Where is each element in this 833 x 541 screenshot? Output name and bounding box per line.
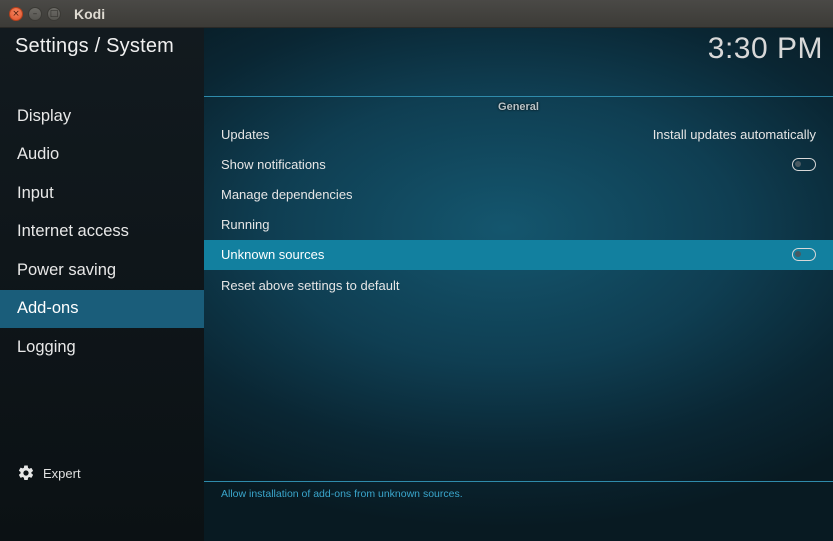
clock: 3:30 PM [707,32,823,65]
settings-panel: 3:30 PM General Updates Install updates … [204,28,833,541]
settings-level-label: Expert [43,465,81,481]
setting-unknown-sources[interactable]: Unknown sources [204,239,833,270]
sidebar-item-power-saving[interactable]: Power saving [0,251,204,290]
setting-label: Manage dependencies [221,186,353,202]
sidebar-item-label: Add-ons [17,299,79,318]
setting-label: Unknown sources [221,247,325,263]
sidebar-item-logging[interactable]: Logging [0,328,204,367]
setting-description: Allow installation of add-ons from unkno… [221,488,463,500]
sidebar-nav: Display Audio Input Internet access Powe… [0,97,204,367]
sidebar-item-audio[interactable]: Audio [0,136,204,175]
sidebar-item-internet-access[interactable]: Internet access [0,213,204,252]
setting-show-notifications[interactable]: Show notifications [204,149,833,179]
setting-label: Running [221,217,270,233]
settings-list: Updates Install updates automatically Sh… [204,119,833,300]
toggle-off-icon[interactable] [792,157,816,171]
gear-icon [17,464,35,482]
setting-value: Install updates automatically [652,126,816,142]
sidebar-item-label: Power saving [17,260,117,279]
minimize-icon: – [32,8,38,19]
setting-manage-dependencies[interactable]: Manage dependencies [204,179,833,209]
setting-label: Reset above settings to default [221,277,400,293]
close-icon: × [12,8,20,19]
divider [204,96,833,97]
sidebar: Settings / System Display Audio Input In… [0,28,204,541]
window-title: Kodi [74,6,106,22]
window-titlebar: × – □ Kodi [0,0,833,28]
window-minimize-button[interactable]: – [28,7,42,21]
setting-reset-defaults[interactable]: Reset above settings to default [204,270,833,300]
sidebar-item-label: Internet access [17,222,129,241]
toggle-off-icon[interactable] [792,248,816,262]
sidebar-item-label: Logging [17,337,76,356]
window-close-button[interactable]: × [9,7,23,21]
maximize-icon: □ [49,8,59,19]
window-maximize-button[interactable]: □ [47,7,61,21]
sidebar-item-input[interactable]: Input [0,174,204,213]
setting-label: Show notifications [221,156,326,172]
page-title: Settings / System [15,35,175,57]
sidebar-item-add-ons[interactable]: Add-ons [0,289,204,328]
sidebar-item-label: Display [17,106,72,125]
setting-running[interactable]: Running [204,210,833,240]
settings-level-button[interactable]: Expert [17,464,81,482]
divider [204,481,833,482]
section-title: General [498,101,539,113]
setting-label: Updates [221,126,270,142]
setting-updates[interactable]: Updates Install updates automatically [204,119,833,149]
sidebar-item-label: Input [17,183,54,202]
sidebar-item-display[interactable]: Display [0,97,204,136]
sidebar-item-label: Audio [17,145,60,164]
